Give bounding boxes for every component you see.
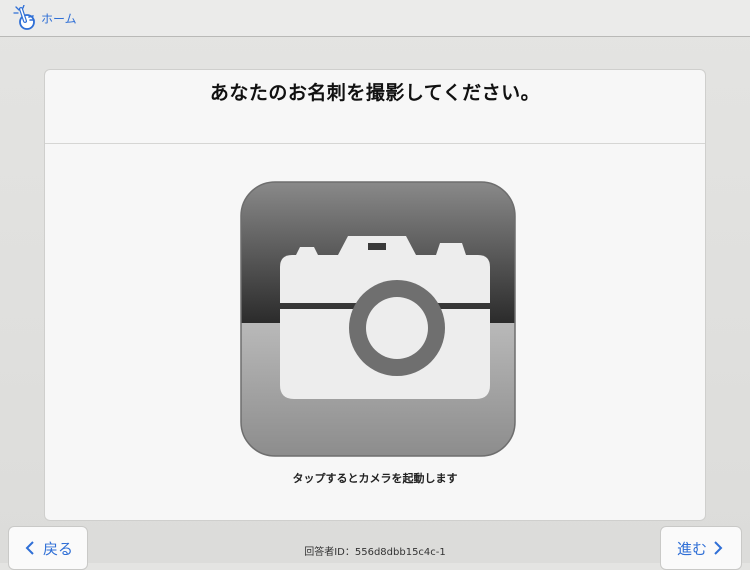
- main-card: あなたのお名刺を撮影してください。 タップするとカメラを起動します: [44, 69, 706, 521]
- home-label: ホーム: [41, 11, 77, 26]
- home-link[interactable]: ホーム: [12, 4, 77, 31]
- chevron-right-icon: [713, 541, 723, 555]
- next-button[interactable]: 進む: [660, 526, 742, 570]
- page-title: あなたのお名刺を撮影してください。: [209, 82, 541, 104]
- camera-icon: [240, 181, 516, 457]
- camera-button[interactable]: [240, 181, 516, 457]
- chevron-left-icon: [25, 541, 35, 555]
- respondent-id: 回答者ID：556d8dbb15c4c-1: [304, 547, 446, 558]
- title-divider: [45, 143, 705, 144]
- next-label: 進む: [677, 539, 708, 558]
- hand-pointing-icon: [12, 4, 38, 31]
- top-bar: ホーム: [0, 0, 750, 37]
- camera-caption: タップするとカメラを起動します: [292, 472, 458, 485]
- back-button[interactable]: 戻る: [8, 526, 88, 570]
- back-label: 戻る: [43, 539, 74, 558]
